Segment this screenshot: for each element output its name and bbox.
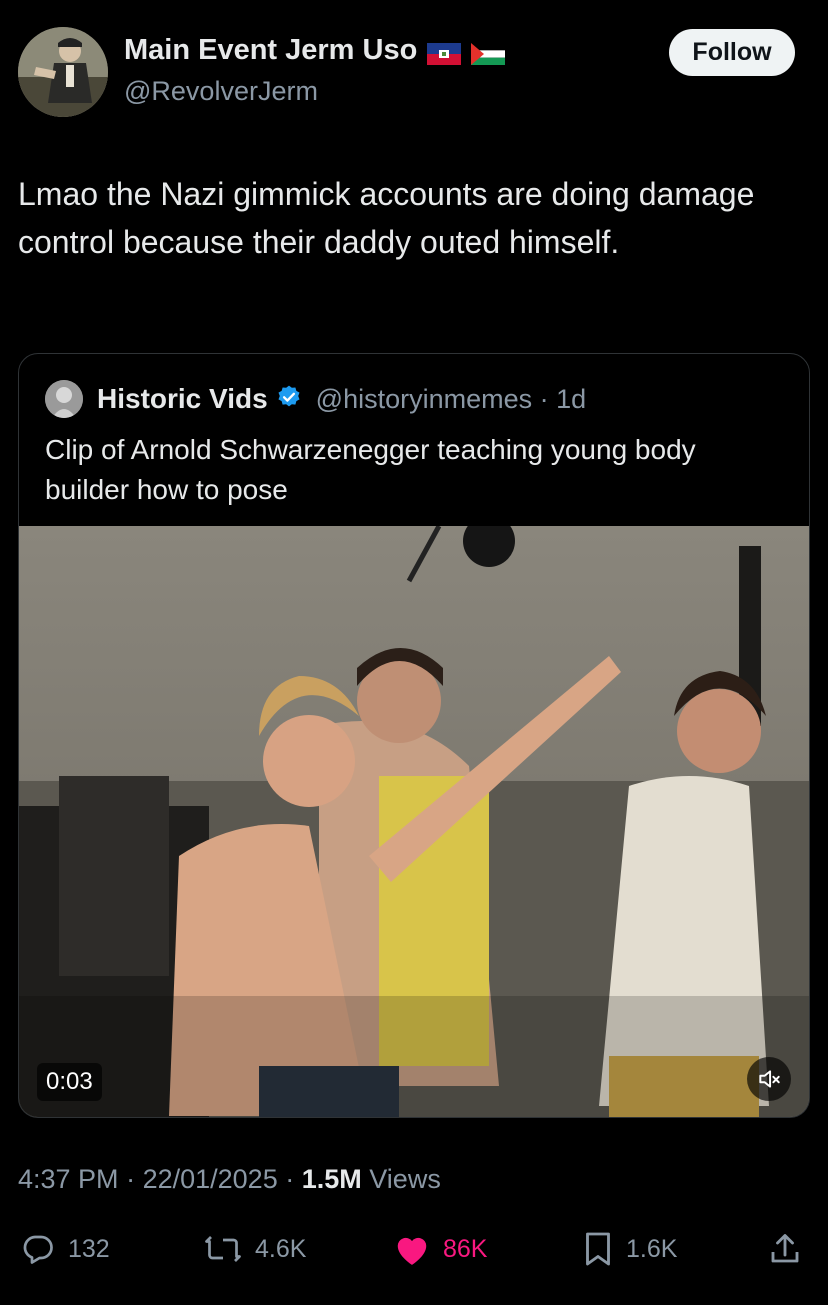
tweet-text: Lmao the Nazi gimmick accounts are doing… (18, 176, 755, 260)
meta-separator: · (126, 1164, 143, 1194)
quoted-tweet-text: Clip of Arnold Schwarzenegger teaching y… (45, 434, 696, 505)
palestine-flag-icon (471, 40, 506, 65)
quoted-tweet-card[interactable]: Historic Vids @historyinmemes · 1d Clip … (18, 353, 810, 1118)
like-count: 86K (443, 1234, 488, 1263)
repost-count: 4.6K (255, 1234, 307, 1263)
views-count: 1.5M (301, 1164, 362, 1194)
meta-separator: · (285, 1164, 302, 1194)
repost-button[interactable]: 4.6K (203, 1226, 306, 1272)
haiti-flag-icon (427, 40, 462, 65)
share-icon (768, 1231, 802, 1267)
speaker-muted-icon[interactable] (747, 1057, 791, 1101)
action-bar: 132 4.6K 86K 1.6K (0, 1226, 828, 1272)
author-handle[interactable]: @RevolverJerm (124, 76, 318, 107)
video-timestamp: 0:03 (37, 1063, 102, 1101)
quoted-author-handle-time: @historyinmemes · 1d (315, 383, 587, 414)
heart-filled-icon (393, 1231, 431, 1267)
like-button[interactable]: 86K (393, 1226, 487, 1272)
video-frame-image (19, 526, 809, 1117)
quoted-video[interactable]: 0:03 (19, 526, 809, 1117)
bookmark-count: 1.6K (626, 1234, 678, 1263)
tweet-meta: 4:37 PM · 22/01/2025 · 1.5M Views (18, 1164, 441, 1195)
reply-button[interactable]: 132 (20, 1226, 110, 1272)
bookmark-icon (582, 1231, 614, 1267)
quoted-author-avatar[interactable] (45, 380, 83, 418)
tweet-time[interactable]: 4:37 PM (18, 1164, 119, 1194)
author-name-row[interactable]: Main Event Jerm Uso (124, 34, 506, 67)
reply-count: 132 (68, 1234, 110, 1263)
bookmark-button[interactable]: 1.6K (582, 1226, 677, 1272)
share-button[interactable] (768, 1226, 802, 1272)
repost-icon (203, 1231, 243, 1267)
follow-button[interactable]: Follow (669, 29, 795, 76)
author-display-name[interactable]: Main Event Jerm Uso (124, 34, 417, 67)
quoted-author-name[interactable]: Historic Vids (97, 383, 268, 415)
reply-icon (20, 1231, 56, 1267)
quoted-tweet-header: Historic Vids @historyinmemes · 1d (45, 380, 586, 418)
verified-badge-icon (276, 384, 302, 415)
tweet-date[interactable]: 22/01/2025 (143, 1164, 278, 1194)
views-label: Views (369, 1164, 441, 1194)
author-avatar[interactable] (18, 27, 108, 117)
